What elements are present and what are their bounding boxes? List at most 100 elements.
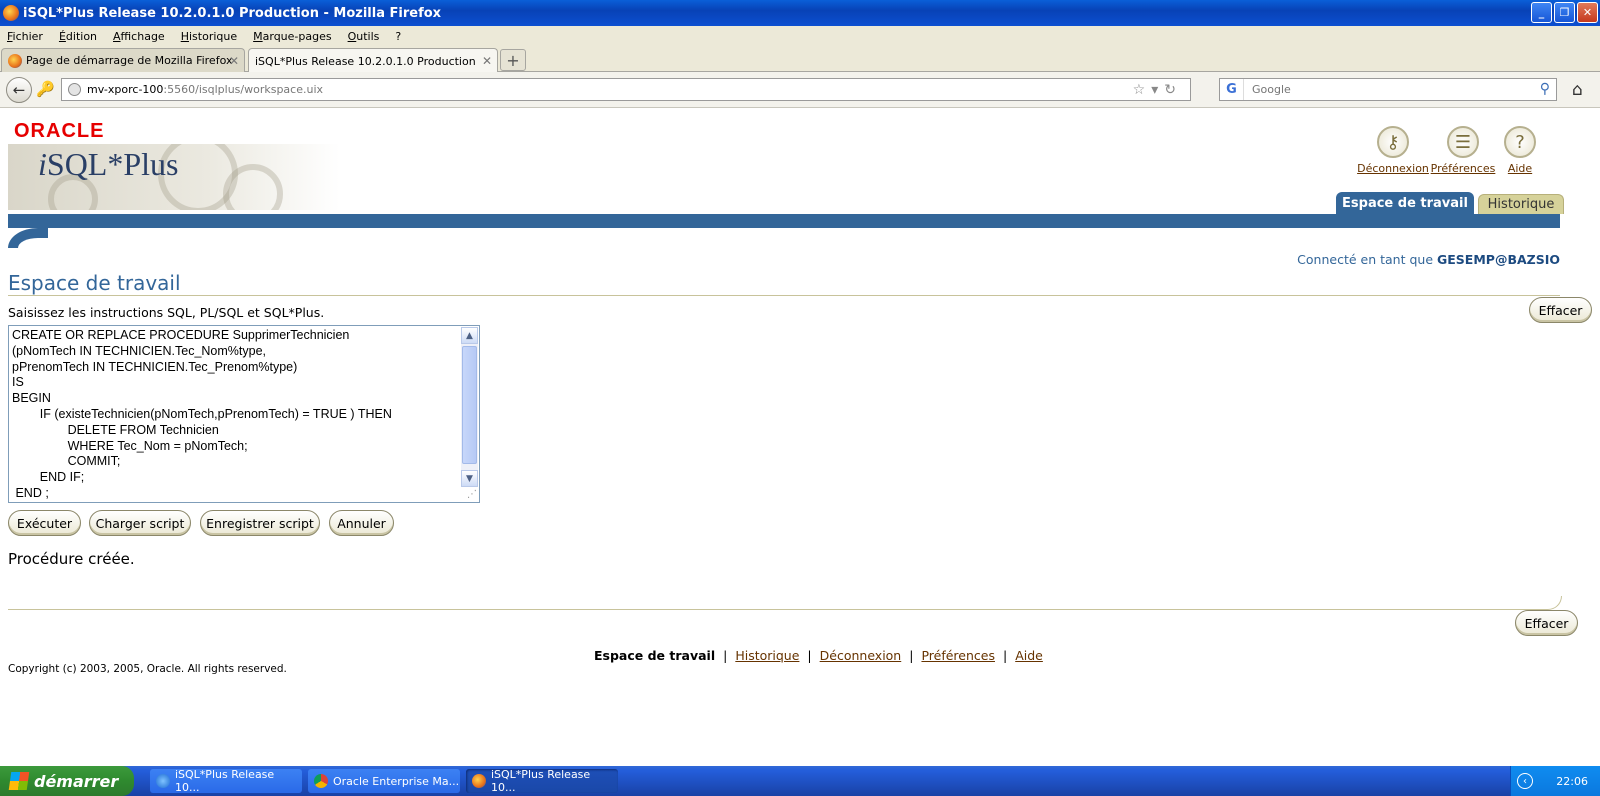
menu-help[interactable]: ?	[395, 30, 401, 43]
close-tab-icon[interactable]: ✕	[482, 54, 492, 68]
windows-taskbar: démarrer iSQL*Plus Release 10... Oracle …	[0, 766, 1600, 796]
title-divider	[8, 295, 1560, 296]
firefox-icon	[472, 774, 486, 788]
menu-outils[interactable]: Outils	[348, 30, 380, 43]
help-icon: ?	[1504, 126, 1536, 158]
isqlplus-banner: iSQL*Plus	[8, 144, 340, 210]
browser-tab-bar: Page de démarrage de Mozilla Firefox ✕ i…	[0, 46, 1600, 171]
system-tray: ‹ 22:06	[1510, 766, 1600, 796]
menu-affichage[interactable]: Affichage	[113, 30, 165, 43]
reload-icon[interactable]: ↻	[1164, 82, 1182, 98]
menu-bar: Fichier Édition Affichage Historique Mar…	[0, 26, 1600, 46]
scroll-thumb[interactable]	[462, 346, 477, 464]
footer-separator: |	[1002, 648, 1008, 663]
url-host: mv-xporc-100	[87, 83, 164, 96]
search-icon[interactable]: ⚲	[1540, 81, 1550, 97]
menu-marque-pages[interactable]: Marque-pages	[253, 30, 331, 43]
clock: 22:06	[1556, 774, 1588, 788]
back-button[interactable]: ←	[6, 77, 32, 103]
cancel-button[interactable]: Annuler	[329, 510, 394, 536]
footer-links: Espace de travail | Historique | Déconne…	[594, 648, 1043, 663]
urlbar-icons: ☆▾↻	[1133, 82, 1182, 98]
taskbar-item-label: Oracle Enterprise Ma...	[333, 774, 460, 788]
google-icon[interactable]: G	[1220, 79, 1244, 100]
home-icon[interactable]: ⌂	[1572, 80, 1583, 100]
navigation-bar: ← 🔑 mv-xporc-100:5560/isqlplus/workspace…	[0, 72, 1600, 108]
sql-text[interactable]: CREATE OR REPLACE PROCEDURE SupprimerTec…	[12, 328, 392, 502]
global-link-preferences[interactable]: Préférences	[1431, 162, 1496, 175]
scroll-up-icon[interactable]: ▲	[461, 327, 478, 344]
menu-edition[interactable]: Édition	[59, 30, 97, 43]
connected-prefix: Connecté en tant que	[1297, 252, 1434, 267]
copyright-text: Copyright (c) 2003, 2005, Oracle. All ri…	[8, 663, 287, 675]
footer-link-aide[interactable]: Aide	[1015, 648, 1043, 663]
global-button-deconnexion[interactable]: ⚷ Déconnexion	[1357, 126, 1429, 175]
taskbar-item-ie[interactable]: iSQL*Plus Release 10...	[150, 768, 302, 794]
footer-separator: |	[723, 648, 728, 663]
preferences-icon: ☰	[1447, 126, 1479, 158]
sql-editor[interactable]: CREATE OR REPLACE PROCEDURE SupprimerTec…	[8, 325, 480, 503]
oracle-logo: ORACLE	[14, 120, 105, 142]
key-icon: ⚷	[1377, 126, 1409, 158]
browser-tab-start-page[interactable]: Page de démarrage de Mozilla Firefox ✕	[1, 48, 245, 72]
taskbar-item-chrome[interactable]: Oracle Enterprise Ma...	[308, 769, 460, 793]
global-link-deconnexion[interactable]: Déconnexion	[1357, 162, 1429, 175]
footer-link-preferences[interactable]: Préférences	[921, 648, 995, 663]
url-path: :5560/isqlplus/workspace.uix	[163, 83, 324, 96]
close-tab-icon[interactable]: ✕	[229, 54, 239, 68]
star-icon[interactable]: ☆	[1133, 82, 1152, 98]
clear-button[interactable]: Effacer	[1529, 297, 1592, 323]
firefox-icon	[8, 53, 22, 68]
execute-button[interactable]: Exécuter	[8, 510, 81, 536]
global-button-preferences[interactable]: ☰ Préférences	[1431, 126, 1496, 175]
window-title: iSQL*Plus Release 10.2.0.1.0 Production …	[23, 5, 442, 21]
footer-divider	[8, 609, 1548, 610]
globe-icon	[68, 83, 81, 96]
page-content: ORACLE iSQL*Plus ⚷ Déconnexion ☰ Préfére…	[0, 108, 1600, 766]
maximize-button[interactable]: ❐	[1554, 2, 1575, 23]
address-bar[interactable]: mv-xporc-100:5560/isqlplus/workspace.uix…	[61, 78, 1191, 101]
menu-fichier[interactable]: Fichier	[7, 30, 43, 43]
connected-status: Connecté en tant que GESEMP@BAZSIO	[1297, 252, 1560, 267]
browser-tab-label: Page de démarrage de Mozilla Firefox	[26, 54, 233, 67]
windows-flag-icon	[8, 772, 30, 790]
ie-icon	[156, 774, 170, 788]
window-controls: _ ❐ ✕	[1531, 2, 1598, 23]
save-script-button[interactable]: Enregistrer script	[200, 510, 320, 536]
result-message: Procédure créée.	[8, 550, 135, 568]
new-tab-button[interactable]: +	[500, 49, 526, 71]
scroll-down-icon[interactable]: ▼	[461, 470, 478, 487]
load-script-button[interactable]: Charger script	[89, 510, 191, 536]
menu-historique[interactable]: Historique	[181, 30, 237, 43]
footer-curve	[1548, 596, 1562, 610]
instruction-text: Saisissez les instructions SQL, PL/SQL e…	[8, 305, 325, 320]
footer-separator: |	[909, 648, 914, 663]
tab-espace-de-travail[interactable]: Espace de travail	[1336, 192, 1474, 214]
taskbar-item-label: iSQL*Plus Release 10...	[490, 768, 591, 794]
back-arrow-icon: ←	[12, 81, 26, 99]
global-button-aide[interactable]: ? Aide	[1502, 126, 1538, 175]
minimize-button[interactable]: _	[1531, 2, 1552, 23]
footer-link-historique[interactable]: Historique	[735, 648, 799, 663]
footer-link-deconnexion[interactable]: Déconnexion	[820, 648, 902, 663]
start-button[interactable]: démarrer	[0, 766, 134, 796]
dropdown-icon[interactable]: ▾	[1151, 82, 1164, 98]
tab-historique[interactable]: Historique	[1478, 194, 1564, 214]
close-button[interactable]: ✕	[1577, 2, 1598, 23]
page-title: Espace de travail	[8, 271, 181, 295]
browser-tab-label: iSQL*Plus Release 10.2.0.1.0 Production	[255, 54, 476, 68]
browser-tab-isqlplus[interactable]: iSQL*Plus Release 10.2.0.1.0 Production …	[248, 48, 498, 171]
product-name: iSQL*Plus	[38, 146, 179, 182]
resize-grip-icon[interactable]: ⋰	[467, 489, 477, 500]
chrome-icon	[314, 774, 328, 788]
footer-current-page: Espace de travail	[594, 648, 716, 663]
search-input[interactable]	[1244, 83, 1524, 96]
window-titlebar: iSQL*Plus Release 10.2.0.1.0 Production …	[0, 0, 1600, 26]
taskbar-item-label: iSQL*Plus Release 10...	[174, 768, 275, 794]
sql-scrollbar[interactable]: ▲ ▼	[461, 327, 478, 487]
taskbar-item-firefox[interactable]: iSQL*Plus Release 10...	[466, 768, 618, 794]
chevron-left-icon[interactable]: ‹	[1517, 773, 1533, 789]
global-link-aide[interactable]: Aide	[1508, 162, 1532, 175]
header-bar	[8, 214, 1560, 228]
clear-bottom-button[interactable]: Effacer	[1515, 610, 1578, 636]
